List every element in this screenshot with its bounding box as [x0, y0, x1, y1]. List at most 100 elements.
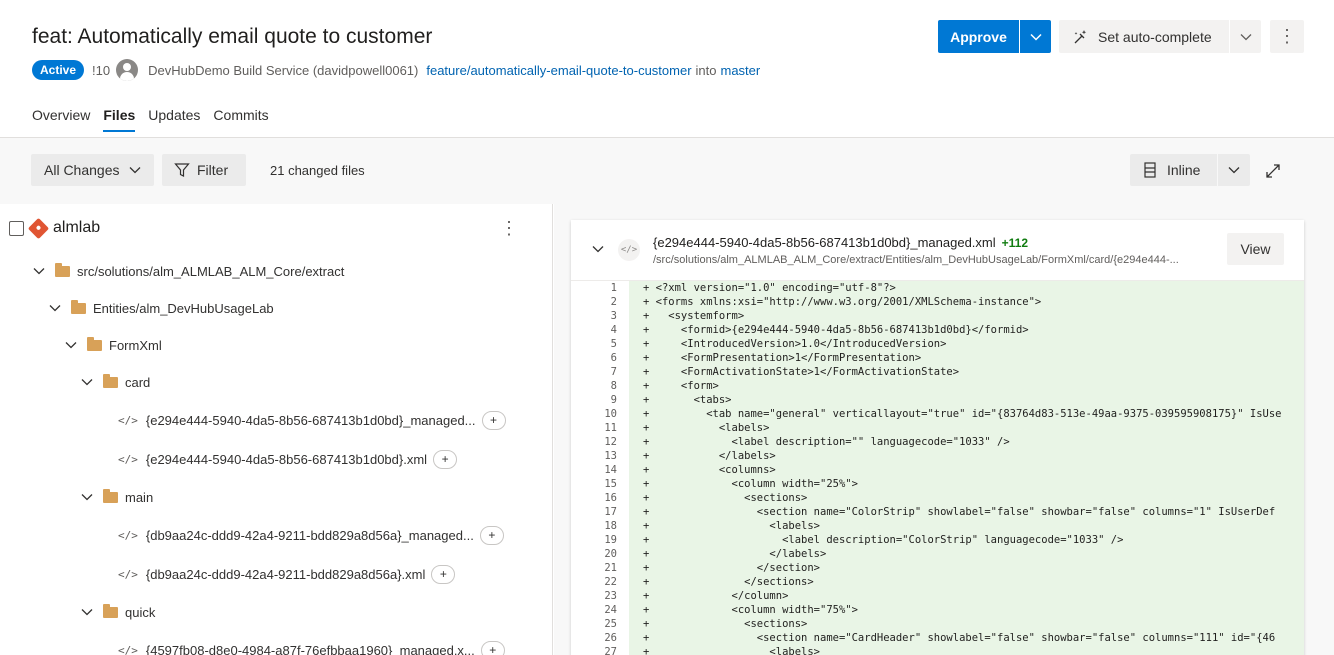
diff-line[interactable]: 20 + </labels>: [571, 547, 1304, 561]
author-name[interactable]: DevHubDemo Build Service (davidpowell006…: [148, 63, 418, 78]
tab-commits[interactable]: Commits: [213, 100, 268, 132]
line-content: + <column width="75%">: [629, 603, 1304, 617]
line-number: 2: [571, 295, 629, 309]
avatar[interactable]: [116, 59, 139, 81]
diff-line[interactable]: 4 + <formid>{e294e444-5940-4da5-8b56-6874…: [571, 323, 1304, 337]
line-number: 11: [571, 421, 629, 435]
repo-row[interactable]: almlab: [9, 216, 100, 240]
line-content: + <IntroducedVersion>1.0</IntroducedVers…: [629, 337, 1304, 351]
diff-line[interactable]: 12 + <label description="" languagecode="…: [571, 435, 1304, 449]
diff-line[interactable]: 22 + </sections>: [571, 575, 1304, 589]
file-diff-card: </> {e294e444-5940-4da5-8b56-687413b1d0b…: [571, 220, 1304, 655]
diff-line[interactable]: 9 + <tabs>: [571, 393, 1304, 407]
fullscreen-button[interactable]: [1262, 160, 1284, 182]
line-content: + </sections>: [629, 575, 1304, 589]
repo-name: almlab: [53, 219, 101, 236]
approve-dropdown-button[interactable]: [1020, 20, 1051, 53]
tab-files[interactable]: Files: [103, 100, 136, 132]
line-number: 16: [571, 491, 629, 505]
line-number: 26: [571, 631, 629, 645]
inline-view-button[interactable]: Inline: [1130, 154, 1217, 186]
select-all-checkbox[interactable]: [9, 220, 24, 236]
line-number: 19: [571, 533, 629, 547]
diff-line[interactable]: 3 + <systemform>: [571, 309, 1304, 323]
diff-line[interactable]: 18 + <labels>: [571, 519, 1304, 533]
diff-line[interactable]: 2 + <forms xmlns:xsi="http://www.w3.org/2…: [571, 295, 1304, 309]
tree-file[interactable]: </> {db9aa24c-ddd9-42a4-9211-bdd829a8d56…: [118, 562, 456, 586]
line-content: + <labels>: [629, 645, 1304, 655]
tree-folder[interactable]: card: [80, 370, 150, 394]
add-comment-button[interactable]: +: [479, 525, 504, 545]
tab-overview[interactable]: Overview: [32, 100, 90, 132]
view-mode-dropdown-button[interactable]: [1218, 154, 1250, 186]
diff-line[interactable]: 16 + <sections>: [571, 491, 1304, 505]
all-changes-dropdown[interactable]: All Changes: [31, 154, 154, 186]
tree-folder[interactable]: main: [80, 485, 153, 509]
line-content: + </labels>: [629, 449, 1304, 463]
add-comment-button[interactable]: +: [431, 564, 456, 584]
chevron-down-icon: [1228, 167, 1240, 174]
folder-icon: [71, 299, 86, 314]
diff-line[interactable]: 26 + <section name="CardHeader" showlabel…: [571, 631, 1304, 645]
more-actions-button[interactable]: ⋮: [1270, 20, 1304, 53]
inline-label: Inline: [1167, 162, 1201, 178]
diff-line[interactable]: 13 + </labels>: [571, 449, 1304, 463]
add-comment-button[interactable]: +: [481, 410, 506, 430]
approve-button[interactable]: Approve: [938, 20, 1019, 53]
line-number: 18: [571, 519, 629, 533]
source-branch-link[interactable]: feature/automatically-email-quote-to-cus…: [426, 63, 691, 78]
line-number: 14: [571, 463, 629, 477]
tree-folder[interactable]: Entities/alm_DevHubUsageLab: [48, 296, 274, 320]
diff-line[interactable]: 6 + <FormPresentation>1</FormPresentation…: [571, 351, 1304, 365]
diff-line[interactable]: 5 + <IntroducedVersion>1.0</IntroducedVer…: [571, 337, 1304, 351]
tree-more-button[interactable]: ⋮: [500, 218, 518, 239]
add-comment-button[interactable]: +: [433, 449, 458, 469]
auto-complete-dropdown-button[interactable]: [1230, 20, 1261, 53]
pr-header: feat: Automatically email quote to custo…: [0, 0, 1334, 138]
line-content: + <tabs>: [629, 393, 1304, 407]
diff-line[interactable]: 24 + <column width="75%">: [571, 603, 1304, 617]
target-branch-link[interactable]: master: [721, 63, 761, 78]
line-number: 23: [571, 589, 629, 603]
diff-line[interactable]: 11 + <labels>: [571, 421, 1304, 435]
line-number: 10: [571, 407, 629, 421]
diff-line[interactable]: 23 + </column>: [571, 589, 1304, 603]
tree-folder[interactable]: quick: [80, 600, 155, 624]
diff-line[interactable]: 25 + <sections>: [571, 617, 1304, 631]
inline-diff-icon: [1144, 162, 1156, 178]
line-number: 25: [571, 617, 629, 631]
filter-button[interactable]: Filter: [162, 154, 246, 186]
code-file-icon: </>: [118, 567, 138, 581]
add-comment-button[interactable]: +: [480, 640, 505, 655]
chevron-down-icon: [81, 494, 93, 501]
diff-line[interactable]: 17 + <section name="ColorStrip" showlabel…: [571, 505, 1304, 519]
tree-file[interactable]: </> {e294e444-5940-4da5-8b56-687413b1d0b…: [118, 408, 506, 432]
line-number: 15: [571, 477, 629, 491]
tree-file[interactable]: </> {4597fb08-d8e0-4984-a87f-76efbbaa196…: [118, 638, 505, 655]
diff-line[interactable]: 21 + </section>: [571, 561, 1304, 575]
line-content: + <sections>: [629, 491, 1304, 505]
diff-line[interactable]: 7 + <FormActivationState>1</FormActivatio…: [571, 365, 1304, 379]
view-file-button[interactable]: View: [1227, 233, 1284, 265]
files-toolbar: All Changes Filter 21 changed files Inli…: [0, 138, 1334, 204]
tree-file[interactable]: </> {e294e444-5940-4da5-8b56-687413b1d0b…: [118, 447, 458, 471]
pr-meta: Active !10 DevHubDemo Build Service (dav…: [32, 58, 760, 82]
diff-line[interactable]: 19 + <label description="ColorStrip" lang…: [571, 533, 1304, 547]
set-auto-complete-button[interactable]: Set auto-complete: [1059, 20, 1229, 53]
tree-label: card: [125, 374, 151, 390]
code-file-icon: </>: [118, 413, 138, 427]
diff-line[interactable]: 15 + <column width="25%">: [571, 477, 1304, 491]
diff-line[interactable]: 14 + <columns>: [571, 463, 1304, 477]
pr-tabs: Overview Files Updates Commits: [32, 100, 282, 132]
page-title: feat: Automatically email quote to custo…: [32, 25, 433, 48]
diff-line[interactable]: 27 + <labels>: [571, 645, 1304, 655]
line-content: + <sections>: [629, 617, 1304, 631]
tree-folder[interactable]: FormXml: [64, 333, 162, 357]
diff-line[interactable]: 8 + <form>: [571, 379, 1304, 393]
tree-folder[interactable]: src/solutions/alm_ALMLAB_ALM_Core/extrac…: [32, 259, 344, 283]
diff-line[interactable]: 1 + <?xml version="1.0" encoding="utf-8"?…: [571, 281, 1304, 295]
collapse-chevron-icon[interactable]: [592, 245, 604, 253]
tab-updates[interactable]: Updates: [148, 100, 200, 132]
tree-file[interactable]: </> {db9aa24c-ddd9-42a4-9211-bdd829a8d56…: [118, 523, 504, 547]
diff-line[interactable]: 10 + <tab name="general" verticallayout="…: [571, 407, 1304, 421]
